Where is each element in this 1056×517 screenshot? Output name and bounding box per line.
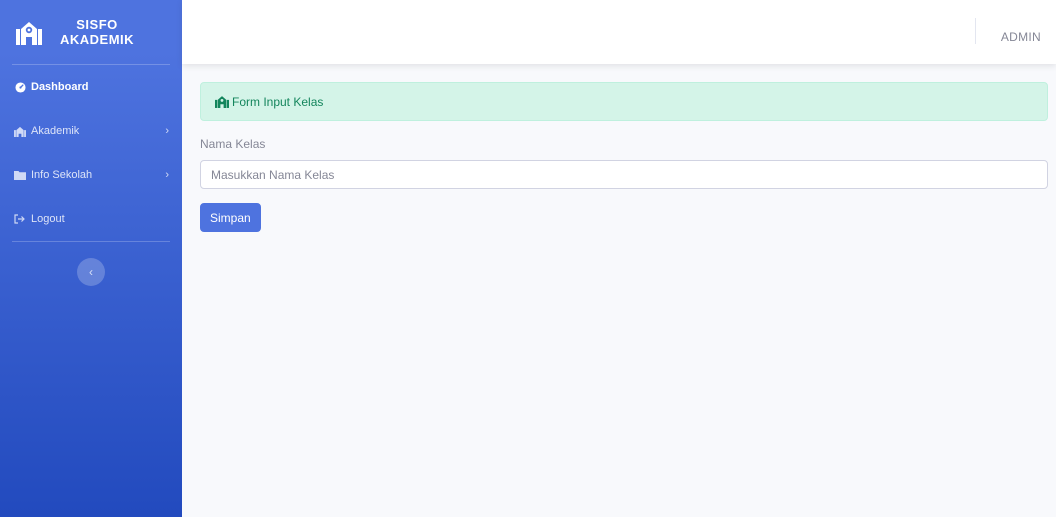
school-icon (215, 95, 229, 108)
nama-kelas-input[interactable] (200, 160, 1048, 189)
brand-line1: SISFO (76, 17, 118, 32)
sidebar-item-logout[interactable]: Logout (0, 197, 182, 241)
chevron-left-icon: ‹ (89, 265, 93, 279)
sign-out-icon (14, 213, 26, 225)
sidebar-item-label: Info Sekolah (31, 169, 93, 181)
sidebar-toggle-wrap: ‹ (0, 242, 182, 286)
chevron-right-icon: › (165, 169, 169, 181)
user-dropdown[interactable]: ADMIN (1001, 30, 1041, 44)
brand-title: SISFO AKADEMIK (60, 17, 134, 47)
sidebar: SISFO AKADEMIK Dashboard Akademik › Info… (0, 0, 182, 517)
folder-icon (14, 169, 26, 181)
sidebar-item-label: Dashboard (31, 81, 89, 93)
sidebar-brand[interactable]: SISFO AKADEMIK (0, 0, 182, 64)
sidebar-item-label: Logout (31, 213, 65, 225)
nama-kelas-label: Nama Kelas (200, 137, 266, 151)
main-content: Form Input Kelas Nama Kelas Simpan (200, 82, 1048, 232)
sidebar-item-dashboard[interactable]: Dashboard (0, 65, 182, 109)
chevron-right-icon: › (165, 125, 169, 137)
topbar-divider (975, 18, 976, 44)
sidebar-item-akademik[interactable]: Akademik › (0, 109, 182, 153)
topbar: ADMIN (182, 0, 1056, 64)
school-icon (16, 19, 42, 45)
sidebar-item-label: Akademik (31, 125, 80, 137)
tachometer-icon (14, 81, 26, 93)
alert-text: Form Input Kelas (232, 94, 324, 109)
simpan-button[interactable]: Simpan (200, 203, 261, 232)
brand-line2: AKADEMIK (60, 32, 135, 47)
form-title-alert: Form Input Kelas (200, 82, 1048, 121)
sidebar-toggle-button[interactable]: ‹ (77, 258, 105, 286)
sidebar-item-info-sekolah[interactable]: Info Sekolah › (0, 153, 182, 197)
school-icon (14, 125, 26, 137)
